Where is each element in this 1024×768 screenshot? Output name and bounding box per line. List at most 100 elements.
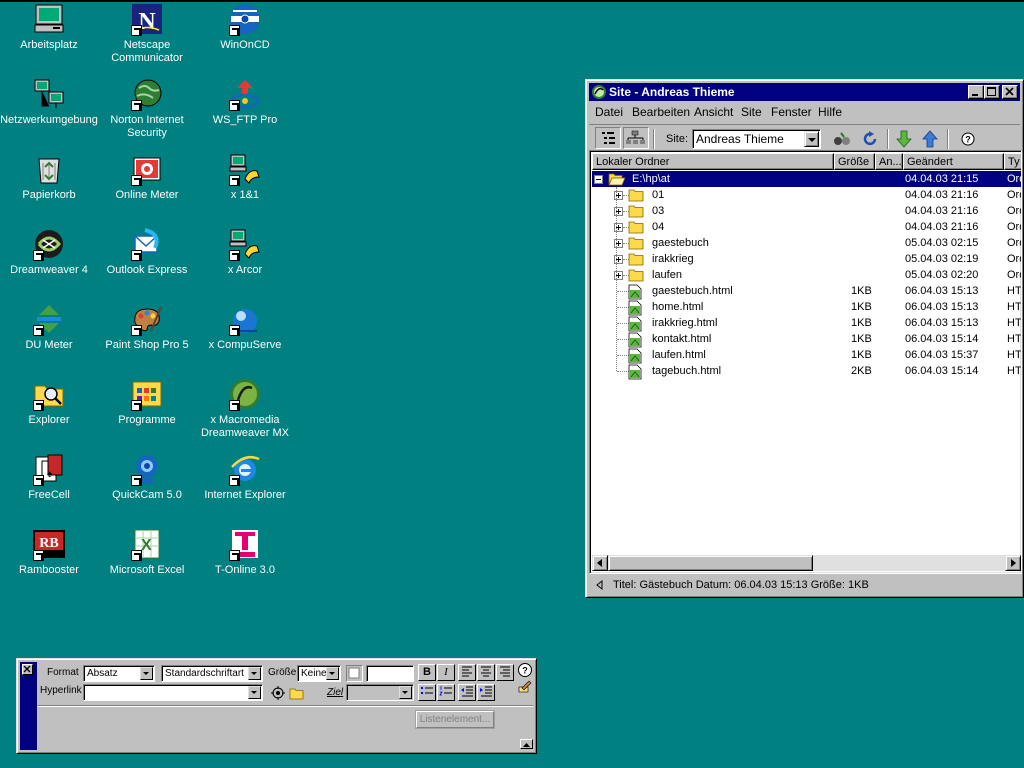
- table-row[interactable]: kontakt.html 1KB 06.04.03 15:14 HT: [592, 331, 1021, 348]
- align-left-button[interactable]: [458, 664, 476, 681]
- table-row[interactable]: laufen.html 1KB 06.04.03 15:37 HT: [592, 347, 1021, 364]
- table-row[interactable]: 01 04.04.03 21:16 Ord: [592, 187, 1021, 203]
- desktop-icon[interactable]: Paint Shop Pro 5: [98, 303, 196, 352]
- svg-text:RB: RB: [39, 536, 58, 551]
- get-button[interactable]: [893, 129, 915, 151]
- desktop-icon[interactable]: WinOnCD: [196, 3, 294, 52]
- desktop-icon[interactable]: Internet Explorer: [196, 453, 294, 502]
- indent-button[interactable]: [477, 684, 495, 701]
- outdent-icon: [461, 686, 473, 697]
- outdent-button[interactable]: [458, 684, 476, 701]
- refresh-button[interactable]: [859, 129, 881, 151]
- desktop-icon[interactable]: Outlook Express: [98, 228, 196, 277]
- menu-bearbeiten[interactable]: Bearbeiten: [632, 105, 690, 119]
- file-type: Ord: [1007, 269, 1021, 281]
- desktop-icon[interactable]: x 1&1: [196, 153, 294, 202]
- font-select[interactable]: Standardschriftart: [161, 665, 263, 682]
- phone-icon: [131, 153, 163, 186]
- dropdown-arrow-icon[interactable]: [140, 667, 153, 680]
- menu-hilfe[interactable]: Hilfe: [818, 105, 842, 119]
- align-right-button[interactable]: [496, 664, 514, 681]
- table-row[interactable]: tagebuch.html 2KB 06.04.03 15:14 HT: [592, 363, 1021, 380]
- unordered-list-button[interactable]: [418, 684, 436, 701]
- text-color-swatch[interactable]: [346, 665, 363, 682]
- hyperlink-input[interactable]: [83, 684, 263, 701]
- col-size[interactable]: Größe: [834, 153, 875, 170]
- site-select[interactable]: Andreas Thieme: [692, 129, 821, 149]
- horizontal-scrollbar[interactable]: [592, 555, 1021, 571]
- dropdown-arrow-icon[interactable]: [248, 686, 261, 699]
- maximize-button[interactable]: [984, 85, 1000, 99]
- scroll-left-button[interactable]: [592, 555, 608, 571]
- scroll-right-button[interactable]: [1005, 555, 1021, 571]
- desktop-icon[interactable]: Programme: [98, 378, 196, 427]
- col-modified[interactable]: Geändert: [903, 153, 1004, 170]
- table-row[interactable]: home.html 1KB 06.04.03 15:13 HT: [592, 299, 1021, 316]
- table-row[interactable]: 03 04.04.03 21:16 Ord: [592, 203, 1021, 219]
- minimize-button[interactable]: [968, 85, 984, 99]
- desktop-icon[interactable]: Papierkorb: [0, 153, 98, 202]
- format-select[interactable]: Absatz: [83, 665, 155, 682]
- table-row[interactable]: 04 04.04.03 21:16 Ord: [592, 219, 1021, 235]
- menu-ansicht[interactable]: Ansicht: [694, 105, 733, 119]
- table-row[interactable]: gaestebuch.html 1KB 06.04.03 15:13 HT: [592, 283, 1021, 300]
- help-button[interactable]: ?: [517, 662, 533, 678]
- collapse-button[interactable]: [520, 739, 533, 749]
- table-row[interactable]: gaestebuch 05.04.03 02:15 Ord: [592, 235, 1021, 251]
- ordered-list-button[interactable]: [437, 684, 455, 701]
- desktop-icon[interactable]: Netzwerkumgebung: [0, 78, 98, 127]
- align-center-button[interactable]: [477, 664, 495, 681]
- help-button[interactable]: ?: [957, 129, 979, 151]
- desktop-icon[interactable]: N Netscape Communicator: [98, 3, 196, 65]
- local-view-button[interactable]: [595, 127, 621, 149]
- desktop-icon[interactable]: x Macromedia Dreamweaver MX: [196, 378, 294, 440]
- scroll-thumb[interactable]: [608, 555, 813, 571]
- status-arrow-icon[interactable]: [593, 578, 607, 592]
- bold-button[interactable]: B: [418, 664, 436, 681]
- menu-site[interactable]: Site: [741, 105, 762, 119]
- desktop-icon[interactable]: Norton Internet Security: [98, 78, 196, 140]
- desktop-icon[interactable]: QuickCam 5.0: [98, 453, 196, 502]
- file-modified: 06.04.03 15:13: [905, 317, 979, 329]
- dropdown-arrow-icon[interactable]: [326, 667, 339, 680]
- desktop-icon[interactable]: Arbeitsplatz: [0, 3, 98, 52]
- table-row[interactable]: irakkrieg 05.04.03 02:19 Ord: [592, 251, 1021, 267]
- table-row[interactable]: E:\hp\at 04.04.03 21:15 Ord: [592, 171, 1021, 187]
- desktop-icon[interactable]: Online Meter: [98, 153, 196, 202]
- menu-datei[interactable]: Datei: [595, 105, 623, 119]
- dropdown-arrow-icon[interactable]: [399, 686, 412, 699]
- dropdown-arrow-icon[interactable]: [804, 131, 819, 147]
- col-notes[interactable]: An...: [875, 153, 903, 170]
- site-map-button[interactable]: [623, 127, 649, 149]
- desktop-icon[interactable]: X Microsoft Excel: [98, 528, 196, 577]
- table-row[interactable]: laufen 05.04.03 02:20 Ord: [592, 267, 1021, 283]
- target-select[interactable]: [346, 684, 414, 701]
- col-local-folder[interactable]: Lokaler Ordner: [592, 153, 834, 170]
- menu-fenster[interactable]: Fenster: [771, 105, 812, 119]
- put-button[interactable]: [919, 129, 941, 151]
- desktop-icon[interactable]: T-Online 3.0: [196, 528, 294, 577]
- desktop-icon[interactable]: ♠ FreeCell: [0, 453, 98, 502]
- connect-button[interactable]: [831, 129, 853, 151]
- dropdown-arrow-icon[interactable]: [248, 667, 261, 680]
- table-row[interactable]: irakkrieg.html 1KB 06.04.03 15:13 HT: [592, 315, 1021, 332]
- list-item-button[interactable]: Listenelement...: [415, 710, 495, 729]
- desktop-icon[interactable]: DU Meter: [0, 303, 98, 352]
- collapse-icon[interactable]: [594, 175, 603, 184]
- desktop-icon[interactable]: x CompuServe: [196, 303, 294, 352]
- color-hex-input[interactable]: [366, 665, 414, 682]
- desktop-icon[interactable]: Dreamweaver 4: [0, 228, 98, 277]
- edit-button[interactable]: [517, 678, 533, 694]
- inspector-close-button[interactable]: [22, 664, 33, 675]
- close-button[interactable]: [1002, 85, 1018, 99]
- size-select[interactable]: Keine: [297, 665, 341, 682]
- col-type[interactable]: Ty: [1004, 153, 1021, 170]
- desktop-icon[interactable]: RB Rambooster: [0, 528, 98, 577]
- desktop-icon[interactable]: Explorer: [0, 378, 98, 427]
- desktop-icon[interactable]: WS_FTP Pro: [196, 78, 294, 127]
- browse-folder-button[interactable]: [288, 685, 306, 701]
- desktop-icon[interactable]: x Arcor: [196, 228, 294, 277]
- point-to-file-button[interactable]: [270, 685, 286, 701]
- italic-button[interactable]: I: [437, 664, 455, 681]
- title-bar[interactable]: Site - Andreas Thieme: [589, 83, 1020, 101]
